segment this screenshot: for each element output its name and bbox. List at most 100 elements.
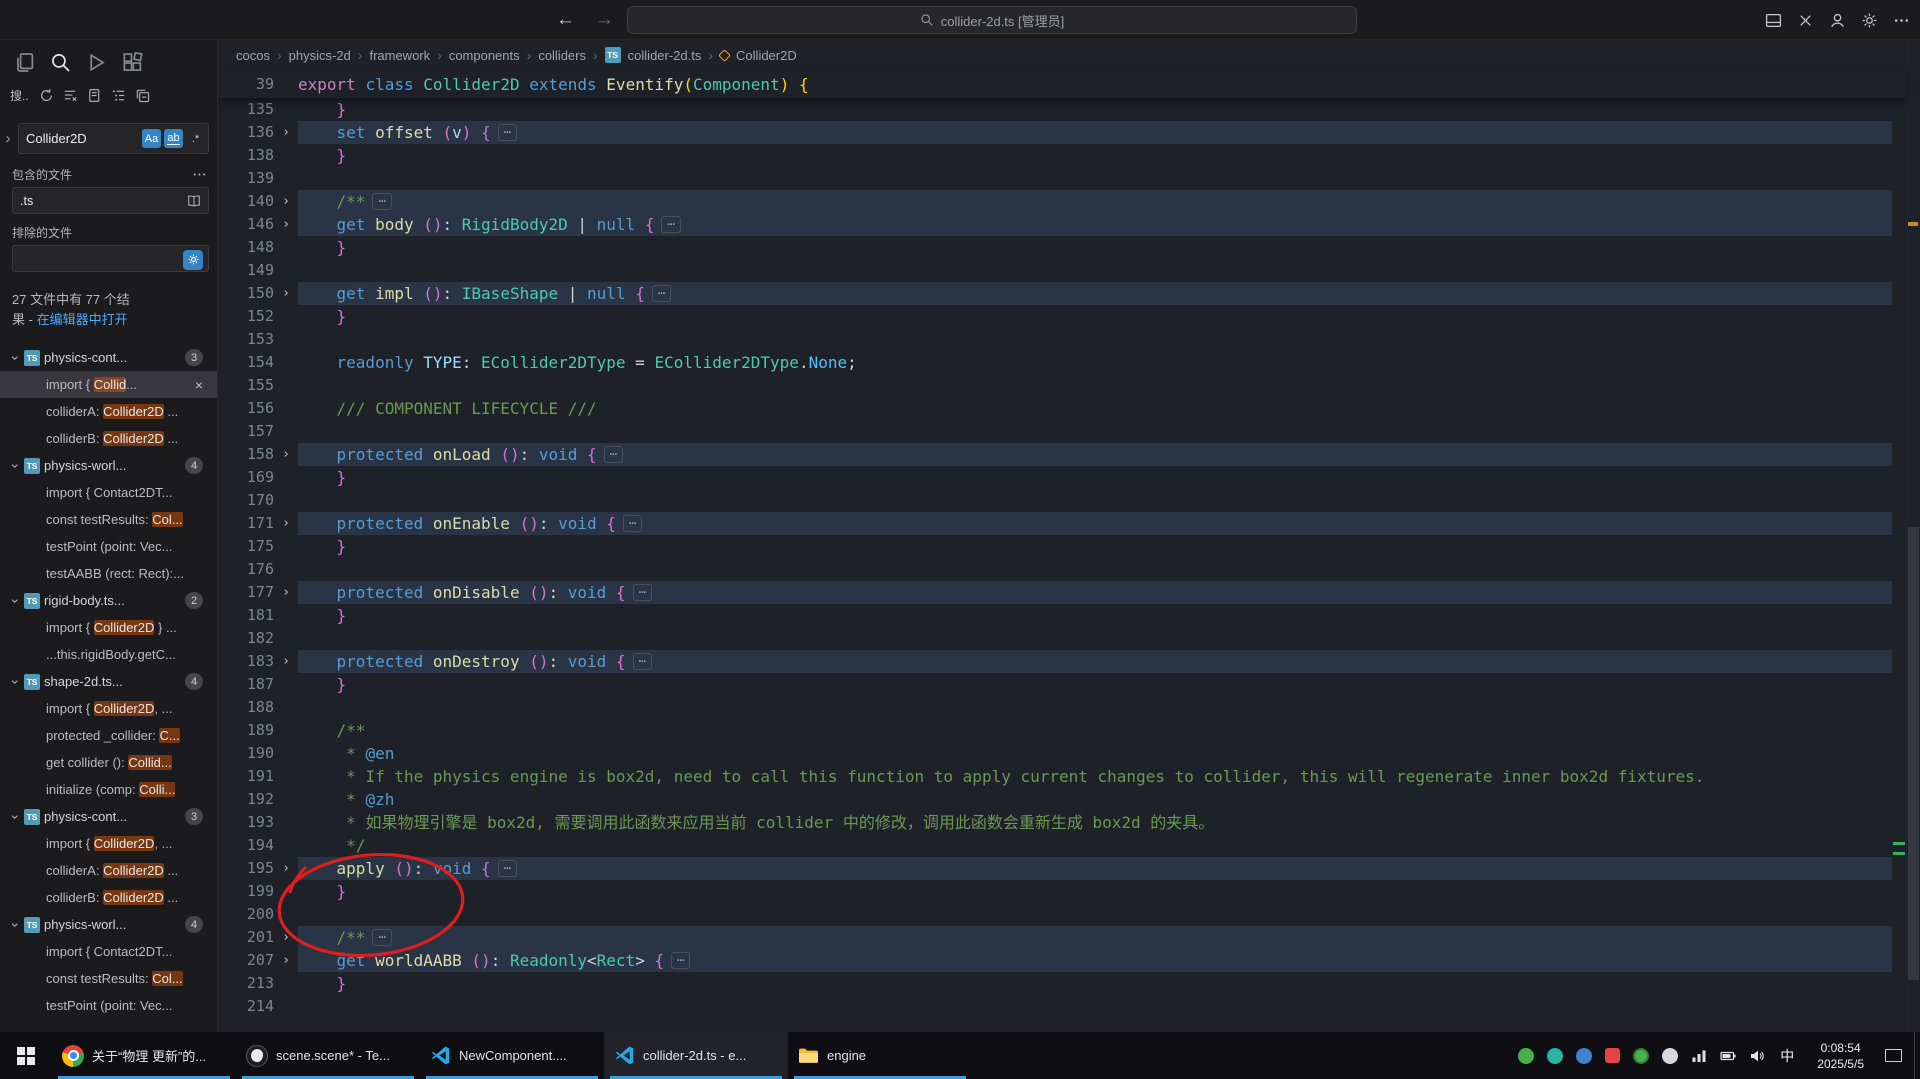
battery-icon[interactable] bbox=[1720, 1048, 1736, 1064]
code-line[interactable]: 156 /// COMPONENT LIFECYCLE /// bbox=[218, 397, 1892, 420]
new-search-editor-icon[interactable] bbox=[87, 88, 102, 103]
match-case-toggle[interactable]: Aa bbox=[142, 129, 161, 148]
breadcrumb-item[interactable]: Collider2D bbox=[736, 48, 797, 63]
code-line[interactable]: 171 › protected onEnable (): void {⋯ bbox=[218, 512, 1892, 535]
result-match-row[interactable]: testPoint (point: Vec... bbox=[0, 992, 217, 1019]
code-line[interactable]: 135 } bbox=[218, 98, 1892, 121]
code-line[interactable]: 190 * @en bbox=[218, 742, 1892, 765]
result-match-row[interactable]: import { Contact2DT... bbox=[0, 479, 217, 506]
command-center-search[interactable]: collider-2d.ts [管理员] bbox=[627, 6, 1357, 34]
folded-ellipsis-icon[interactable]: ⋯ bbox=[622, 515, 643, 532]
start-button[interactable] bbox=[0, 1032, 52, 1079]
view-as-tree-icon[interactable] bbox=[111, 88, 126, 103]
folded-ellipsis-icon[interactable]: ⋯ bbox=[603, 446, 623, 463]
network-icon[interactable] bbox=[1691, 1048, 1707, 1064]
taskbar-button-vscode-1[interactable]: NewComponent.... bbox=[420, 1032, 604, 1079]
code-line[interactable]: 187 } bbox=[218, 673, 1892, 696]
fold-chevron-icon[interactable]: › bbox=[274, 190, 298, 213]
tray-icon-green[interactable] bbox=[1518, 1047, 1535, 1064]
ime-indicator[interactable]: 中 bbox=[1778, 1046, 1796, 1066]
code-line[interactable]: 148 } bbox=[218, 236, 1892, 259]
code-line[interactable]: 154 readonly TYPE: ECollider2DType = ECo… bbox=[218, 351, 1892, 374]
breadcrumb-item[interactable]: cocos bbox=[236, 48, 270, 63]
code-line[interactable]: 170 bbox=[218, 489, 1892, 512]
code-line[interactable]: 213 } bbox=[218, 972, 1892, 995]
result-match-row[interactable]: import { Contact2DT... bbox=[0, 938, 217, 965]
layout-panel-icon[interactable] bbox=[1765, 12, 1782, 29]
code-line[interactable]: 138 } bbox=[218, 144, 1892, 167]
code-line[interactable]: 189 /** bbox=[218, 719, 1892, 742]
use-exclude-settings-toggle[interactable] bbox=[183, 249, 203, 270]
result-match-row[interactable]: import { Collider2D, ... bbox=[0, 830, 217, 857]
fold-chevron-icon[interactable]: › bbox=[274, 650, 298, 673]
result-match-row[interactable]: import { Collider2D, ... bbox=[0, 695, 217, 722]
dismiss-icon[interactable]: × bbox=[189, 377, 203, 393]
code-line[interactable]: 158 › protected onLoad (): void {⋯ bbox=[218, 443, 1892, 466]
clear-results-icon[interactable] bbox=[63, 88, 78, 103]
chevron-down-icon[interactable]: › bbox=[8, 595, 24, 607]
result-file-row[interactable]: › TS shape-2d.ts... 4 bbox=[0, 668, 217, 695]
fold-chevron-icon[interactable]: › bbox=[274, 512, 298, 535]
code-line[interactable]: 195 › apply (): void {⋯ bbox=[218, 857, 1892, 880]
open-in-editor-link[interactable]: 在编辑器中打开 bbox=[37, 312, 128, 327]
refresh-icon[interactable] bbox=[39, 88, 54, 103]
code-line[interactable]: 182 bbox=[218, 627, 1892, 650]
toggle-search-details-icon[interactable] bbox=[192, 167, 207, 182]
result-file-row[interactable]: › TS rigid-body.ts... 2 bbox=[0, 587, 217, 614]
code-line[interactable]: 169 } bbox=[218, 466, 1892, 489]
chevron-down-icon[interactable]: › bbox=[8, 676, 24, 688]
result-match-row[interactable]: colliderA: Collider2D ... bbox=[0, 857, 217, 884]
tray-icon-blue[interactable] bbox=[1576, 1047, 1593, 1064]
fold-chevron-icon[interactable]: › bbox=[274, 926, 298, 949]
taskbar-clock[interactable]: 0:08:54 2025/5/5 bbox=[1809, 1040, 1872, 1072]
code-line[interactable]: 176 bbox=[218, 558, 1892, 581]
result-match-row[interactable]: protected _collider: C... bbox=[0, 722, 217, 749]
result-match-row[interactable]: testPoint (point: Vec... bbox=[0, 533, 217, 560]
result-match-row[interactable]: colliderB: Collider2D ... bbox=[0, 425, 217, 452]
search-input[interactable]: Collider2D Aa ab .* bbox=[18, 123, 209, 154]
forward-arrow-icon[interactable]: → bbox=[595, 9, 614, 31]
action-center-icon[interactable] bbox=[1885, 1049, 1902, 1062]
whole-word-toggle[interactable]: ab bbox=[164, 129, 183, 148]
folded-ellipsis-icon[interactable]: ⋯ bbox=[372, 193, 392, 210]
result-match-row[interactable]: ...this.rigidBody.getC... bbox=[0, 641, 217, 668]
fold-chevron-icon[interactable]: › bbox=[274, 857, 298, 880]
code-line[interactable]: 146 › get body (): RigidBody2D | null {⋯ bbox=[218, 213, 1892, 236]
code-line[interactable]: 149 bbox=[218, 259, 1892, 282]
result-file-row[interactable]: › TS physics-cont... 3 bbox=[0, 344, 217, 371]
result-match-row[interactable]: colliderA: Collider2D ... bbox=[0, 398, 217, 425]
chevron-down-icon[interactable]: › bbox=[8, 460, 24, 472]
code-line[interactable]: 177 › protected onDisable (): void {⋯ bbox=[218, 581, 1892, 604]
code-line[interactable]: 136 › set offset (v) {⋯ bbox=[218, 121, 1892, 144]
code-line[interactable]: 192 * @zh bbox=[218, 788, 1892, 811]
code-line[interactable]: 188 bbox=[218, 696, 1892, 719]
search-icon[interactable] bbox=[50, 52, 71, 73]
speaker-icon[interactable] bbox=[1749, 1048, 1765, 1064]
result-match-row[interactable]: get collider (): Collid... bbox=[0, 749, 217, 776]
account-icon[interactable] bbox=[1829, 12, 1846, 29]
files-to-exclude-input[interactable] bbox=[12, 245, 209, 272]
folded-ellipsis-icon[interactable]: ⋯ bbox=[651, 285, 672, 302]
result-match-row[interactable]: initialize (comp: Colli... bbox=[0, 776, 217, 803]
breadcrumb-item[interactable]: framework bbox=[369, 48, 430, 63]
code-line[interactable]: 193 * 如果物理引擎是 box2d, 需要调用此函数来应用当前 collid… bbox=[218, 811, 1892, 834]
result-match-row[interactable]: testAABB (rect: Rect):... bbox=[0, 560, 217, 587]
code-line[interactable]: 199 } bbox=[218, 880, 1892, 903]
result-match-row[interactable]: colliderB: Collider2D ... bbox=[0, 884, 217, 911]
taskbar-button-cocos[interactable]: scene.scene* - Te... bbox=[236, 1032, 420, 1079]
breadcrumb-item[interactable]: collider-2d.ts bbox=[628, 48, 702, 63]
code-line[interactable]: 140 › /** ⋯ bbox=[218, 190, 1892, 213]
regex-toggle[interactable]: .* bbox=[186, 129, 205, 148]
code-line[interactable]: 201 › /** ⋯ bbox=[218, 926, 1892, 949]
tray-icon-green-2[interactable] bbox=[1633, 1047, 1650, 1064]
chevron-down-icon[interactable]: › bbox=[8, 352, 24, 364]
collapse-all-icon[interactable] bbox=[135, 88, 150, 103]
show-desktop-button[interactable] bbox=[1914, 1032, 1920, 1079]
code-line[interactable]: 157 bbox=[218, 420, 1892, 443]
code-line[interactable]: 139 bbox=[218, 167, 1892, 190]
tray-icon-teal[interactable] bbox=[1547, 1047, 1564, 1064]
folded-ellipsis-icon[interactable]: ⋯ bbox=[661, 216, 681, 233]
taskbar-button-explorer[interactable]: engine bbox=[788, 1032, 972, 1079]
chevron-down-icon[interactable]: › bbox=[8, 919, 24, 931]
minimap[interactable] bbox=[1892, 98, 1906, 1032]
